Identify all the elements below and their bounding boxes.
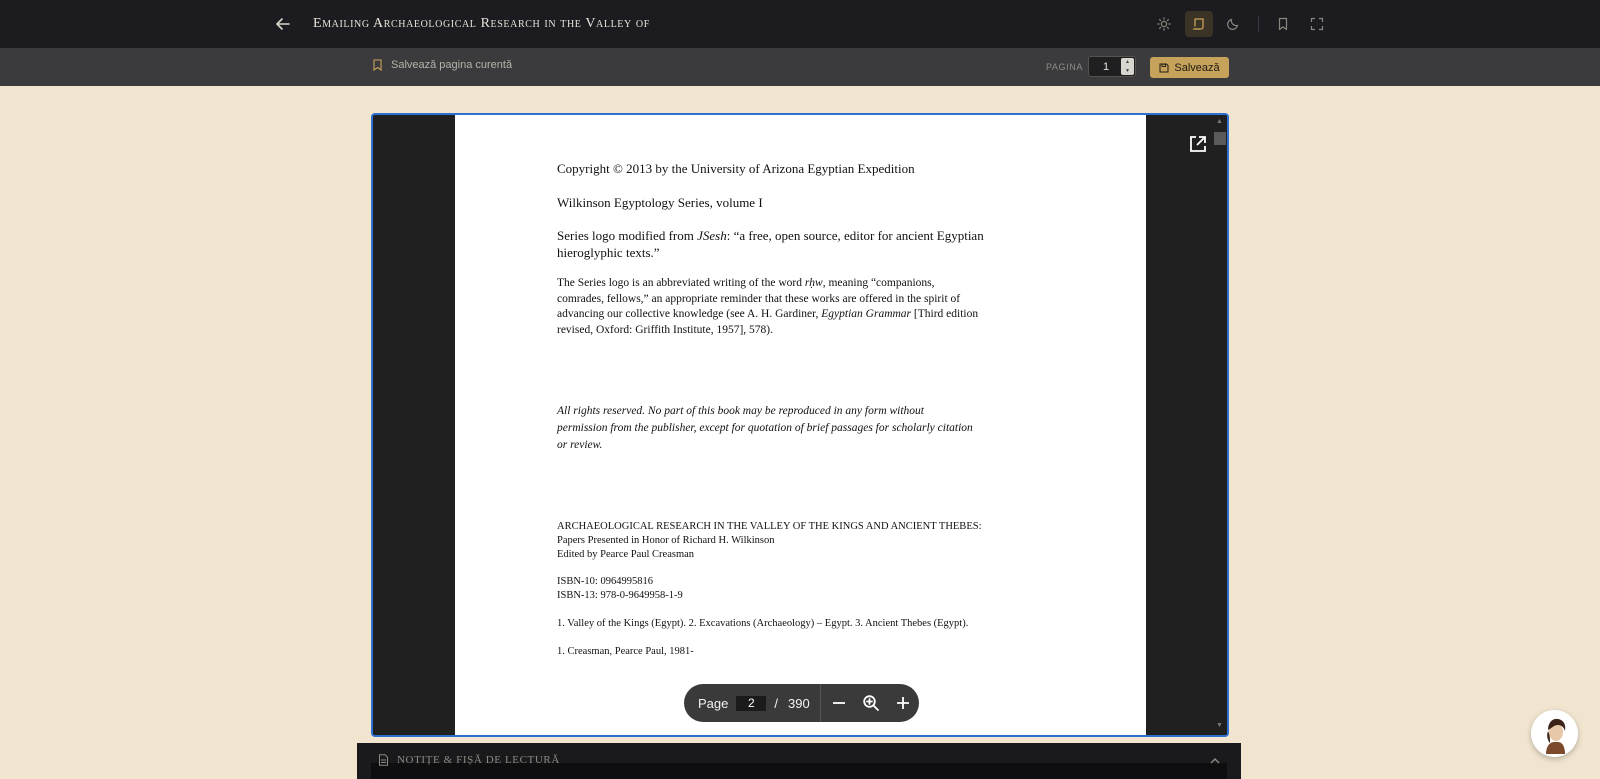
- notes-panel-header[interactable]: NOTIȚE & FIȘĂ DE LECTURĂ: [357, 743, 1241, 779]
- total-pages: 390: [788, 695, 810, 711]
- text-span: Series logo modified from: [557, 228, 698, 243]
- reading-controls-bar: Salvează pagina curentă PAGINA ▲ ▼ Salve…: [0, 48, 1600, 86]
- text-span: [Third edition: [911, 308, 979, 320]
- dark-mode-button[interactable]: [1219, 11, 1247, 37]
- fullscreen-icon: [1310, 17, 1324, 31]
- logo-para-line-4: revised, Oxford: Griffith Institute, 195…: [557, 324, 774, 336]
- stepper-up-icon[interactable]: ▲: [1125, 59, 1130, 65]
- chevron-up-icon: [1210, 758, 1220, 764]
- pdf-page: Copyright © 2013 by the University of Ar…: [455, 115, 1146, 735]
- document-icon: [379, 754, 388, 766]
- minus-icon: [832, 702, 845, 704]
- top-bar: Emailing Archaeological Research in the …: [0, 0, 1600, 48]
- subject-headings: 1. Valley of the Kings (Egypt). 2. Excav…: [557, 618, 969, 629]
- save-button[interactable]: Salvează: [1150, 57, 1229, 78]
- egyptian-word: rḥw: [804, 277, 823, 289]
- isbn-13: ISBN-13: 978-0-9649958-1-9: [557, 590, 683, 601]
- document-title: Emailing Archaeological Research in the …: [313, 16, 650, 31]
- text-span: The Series logo is an abbreviated writin…: [557, 277, 805, 289]
- zoom-in-button[interactable]: [887, 686, 919, 720]
- jsesh-name: JSesh: [697, 228, 727, 243]
- series-line: Wilkinson Egyptology Series, volume I: [557, 195, 763, 210]
- book-title: Egyptian Grammar: [821, 308, 912, 320]
- logo-line-1: Series logo modified from JSesh: “a free…: [557, 228, 984, 244]
- scroll-thumb[interactable]: [1214, 132, 1226, 145]
- scroll-down-icon[interactable]: ▼: [1215, 722, 1224, 731]
- scroll-icon: [1192, 18, 1204, 30]
- rights-line-3: or review.: [557, 439, 603, 451]
- sepia-mode-button[interactable]: [1185, 11, 1213, 37]
- page-stepper[interactable]: ▲ ▼: [1121, 58, 1134, 75]
- bookmark-icon: [373, 59, 382, 71]
- save-button-label: Salvează: [1174, 61, 1220, 74]
- pdf-page-toolbar: Page / 390: [684, 684, 919, 722]
- zoom-icon: [863, 695, 879, 711]
- logo-para-line-1: The Series logo is an abbreviated writin…: [557, 277, 935, 289]
- moon-icon: [1227, 18, 1239, 30]
- save-current-page-label: Salvează pagina curentă: [391, 59, 513, 71]
- pdf-page-input[interactable]: [736, 695, 767, 711]
- toolbar-divider: [819, 684, 821, 722]
- catalog-title: ARCHAEOLOGICAL RESEARCH IN THE VALLEY OF…: [557, 521, 982, 532]
- logo-line-2: hieroglyphic texts.”: [557, 245, 660, 260]
- zoom-button[interactable]: [855, 686, 887, 720]
- isbn-10: ISBN-10: 0964995816: [557, 576, 653, 587]
- notes-label: NOTIȚE & FIȘĂ DE LECTURĂ: [397, 754, 560, 766]
- stepper-down-icon[interactable]: ▼: [1125, 68, 1130, 74]
- catalog-editor: Edited by Pearce Paul Creasman: [557, 549, 695, 560]
- zoom-out-button[interactable]: [823, 686, 855, 720]
- rights-line-2: permission from the publisher, except fo…: [557, 422, 973, 434]
- logo-para-line-2: comrades, fellows,” an appropriate remin…: [557, 293, 961, 305]
- save-current-page-link[interactable]: Salvează pagina curentă: [372, 59, 512, 71]
- assistant-portrait-icon: [1546, 718, 1566, 754]
- copyright-line: Copyright © 2013 by the University of Ar…: [557, 161, 915, 176]
- floppy-icon: [1159, 63, 1169, 72]
- bookmark-icon: [1278, 17, 1288, 31]
- plus-icon: [896, 697, 909, 709]
- collapse-notes-button[interactable]: [1208, 754, 1222, 768]
- scroll-up-icon[interactable]: ▲: [1215, 118, 1224, 127]
- pdf-scrollbar[interactable]: ▲ ▼: [1212, 115, 1227, 735]
- text-span: advancing our collective knowledge (see …: [557, 308, 822, 320]
- pdf-viewer[interactable]: Copyright © 2013 by the University of Ar…: [371, 113, 1229, 737]
- open-external-button[interactable]: [1187, 133, 1209, 155]
- notes-toggle[interactable]: NOTIȚE & FIȘĂ DE LECTURĂ: [378, 754, 560, 766]
- text-span: , meaning “companions,: [822, 277, 935, 289]
- author-heading: 1. Creasman, Pearce Paul, 1981-: [557, 646, 694, 657]
- toolbar-divider: [1258, 16, 1259, 32]
- assistant-avatar[interactable]: [1531, 710, 1578, 757]
- open-external-icon: [1190, 136, 1206, 152]
- page-label: PAGINA: [1046, 62, 1083, 72]
- text-span: : “a free, open source, editor for ancie…: [726, 228, 984, 243]
- sun-icon: [1157, 17, 1171, 31]
- page-label: Page: [698, 695, 729, 711]
- catalog-subtitle: Papers Presented in Honor of Richard H. …: [557, 535, 775, 546]
- rights-line-1: All rights reserved. No part of this boo…: [557, 405, 925, 417]
- logo-para-line-3: advancing our collective knowledge (see …: [557, 308, 978, 320]
- fullscreen-button[interactable]: [1303, 11, 1331, 37]
- arrow-left-icon: [276, 18, 290, 30]
- bookmark-button[interactable]: [1269, 11, 1297, 37]
- light-mode-button[interactable]: [1150, 11, 1178, 37]
- page-separator: /: [774, 695, 778, 711]
- back-button[interactable]: [272, 13, 294, 35]
